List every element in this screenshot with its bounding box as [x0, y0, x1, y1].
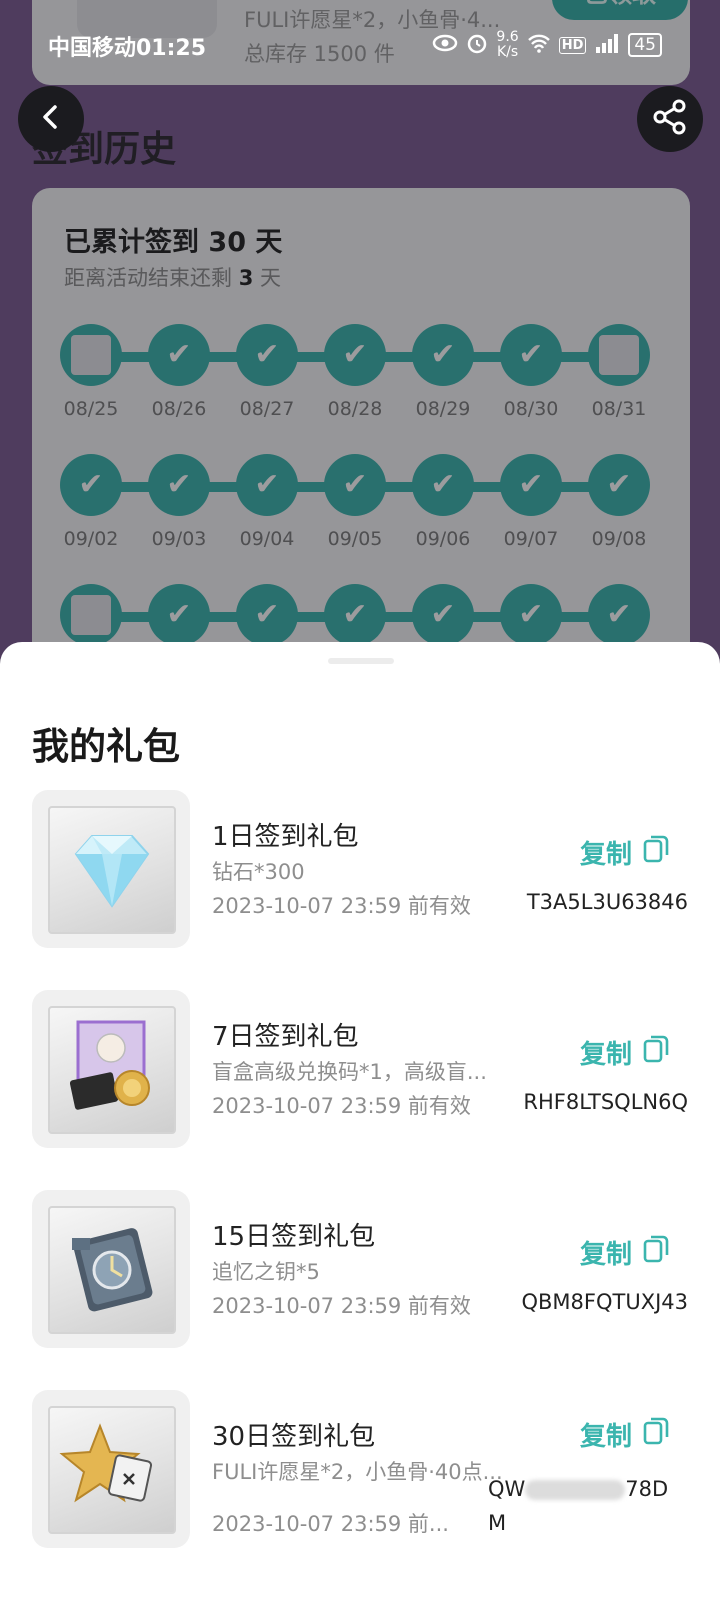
gift-item: 1日签到礼包 钻石*300 2023-10-07 23:59 前有效 T3A5L… — [32, 790, 688, 948]
network-speed: 9.6 K/s — [496, 29, 519, 60]
gift-name: 15日签到礼包 — [212, 1222, 376, 1252]
gift-name: 1日签到礼包 — [212, 822, 359, 852]
gift-code[interactable]: T3A5L3U63846 — [527, 890, 688, 914]
chevron-left-icon — [36, 102, 66, 136]
gift-expiry: 2023-10-07 23:59 前有效 — [212, 894, 471, 918]
gift-name: 7日签到礼包 — [212, 1022, 359, 1052]
wifi-icon — [527, 33, 551, 58]
copy-icon — [642, 1034, 670, 1071]
gift-item: 7日签到礼包 盲盒高级兑换码*1，高级盲... 2023-10-07 23:59… — [32, 990, 688, 1148]
gift-desc: 追忆之钥*5 — [212, 1260, 320, 1284]
copy-icon — [642, 1416, 670, 1453]
eye-icon — [432, 33, 458, 57]
carrier-time: 中国移动01:25 — [48, 36, 207, 61]
share-icon — [651, 98, 689, 140]
gift-expiry: 2023-10-07 23:59 前... — [212, 1512, 449, 1536]
gift-image — [32, 1390, 190, 1548]
battery-indicator: 45 — [628, 33, 662, 57]
diamond-icon — [74, 835, 150, 908]
sheet-title: 我的礼包 — [32, 725, 180, 768]
gift-image — [32, 1190, 190, 1348]
gift-expiry: 2023-10-07 23:59 前有效 — [212, 1294, 471, 1318]
copy-button[interactable]: 复制 — [580, 1416, 670, 1453]
gift-desc: 盲盒高级兑换码*1，高级盲... — [212, 1060, 487, 1084]
status-bar: 中国移动01:25 9.6 K/s HD 45 — [0, 0, 720, 80]
gift-code[interactable]: RHF8LTSQLN6Q — [523, 1090, 688, 1114]
copy-button[interactable]: 复制 — [580, 834, 670, 871]
gift-expiry: 2023-10-07 23:59 前有效 — [212, 1094, 471, 1118]
share-button[interactable] — [637, 86, 703, 152]
character-card-icon — [69, 1020, 150, 1110]
gift-code[interactable]: QBM8FQTUXJ43 — [521, 1290, 688, 1314]
copy-icon — [642, 834, 670, 871]
alarm-icon — [466, 32, 488, 59]
system-icons: 9.6 K/s HD 45 — [432, 30, 662, 60]
sheet-handle[interactable] — [328, 658, 394, 664]
redacted-blur — [525, 1480, 626, 1500]
copy-button[interactable]: 复制 — [580, 1234, 670, 1271]
copy-button[interactable]: 复制 — [580, 1034, 670, 1071]
gift-code[interactable]: QW 78D M — [488, 1472, 678, 1540]
gift-desc: FULI许愿星*2，小鱼骨·40点... — [212, 1460, 503, 1484]
my-gifts-sheet: 我的礼包 1日签到礼包 钻石*300 2023-10-07 23:59 前有效 … — [0, 642, 720, 1598]
hd-icon: HD — [558, 36, 587, 54]
gift-item: 15日签到礼包 追忆之钥*5 2023-10-07 23:59 前有效 QBM8… — [32, 1190, 688, 1348]
gift-image — [32, 790, 190, 948]
copy-icon — [642, 1234, 670, 1271]
back-button[interactable] — [18, 86, 84, 152]
signal-icon — [594, 33, 620, 58]
gift-desc: 钻石*300 — [212, 860, 305, 884]
gift-image — [32, 990, 190, 1148]
gift-name: 30日签到礼包 — [212, 1422, 376, 1452]
gift-item: 30日签到礼包 FULI许愿星*2，小鱼骨·40点... 2023-10-07 … — [32, 1390, 688, 1548]
key-icon — [72, 1228, 153, 1312]
star-icon — [59, 1423, 153, 1503]
